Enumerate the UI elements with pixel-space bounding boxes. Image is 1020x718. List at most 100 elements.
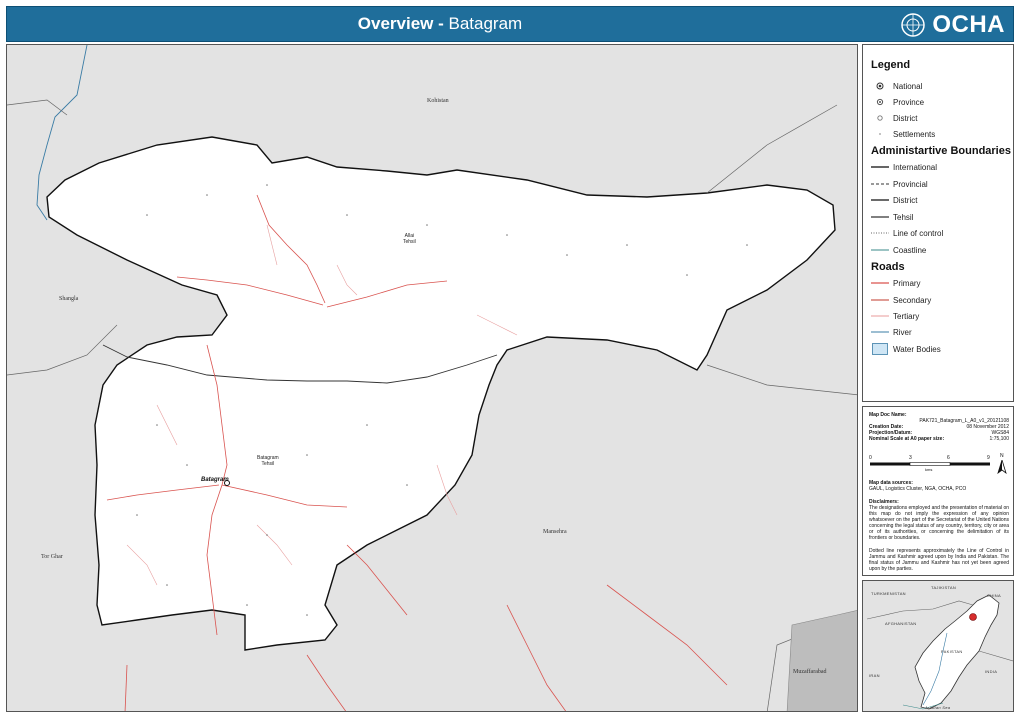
muzaffarabad-area xyxy=(786,610,857,711)
legend-secondary-road-label: Secondary xyxy=(893,295,932,305)
secondary-road-icon xyxy=(871,294,889,306)
settlement-point xyxy=(266,184,268,186)
label-mansehra: Mansehra xyxy=(543,529,567,535)
legend-settlements: Settlements xyxy=(871,128,935,140)
legend-line-of-control: Line of control xyxy=(871,227,943,239)
label-tor-ghar: Tor Ghar xyxy=(41,554,63,560)
settlement-point xyxy=(246,604,248,606)
scale-tick-6: 6 xyxy=(947,455,950,461)
coastline-icon xyxy=(871,244,889,256)
legend-panel: Legend National Province District Settle… xyxy=(862,44,1014,402)
inset-india-border xyxy=(978,650,1013,662)
settlement-point xyxy=(306,614,308,616)
label-kohistan: Kohistan xyxy=(427,98,449,104)
settlement-point xyxy=(206,194,208,196)
district-capital-icon xyxy=(871,112,889,124)
settlement-icon xyxy=(871,128,889,140)
settlement-point xyxy=(366,424,368,426)
district-boundary-icon xyxy=(871,194,889,206)
line-of-control-icon xyxy=(871,227,889,239)
legend-river: River xyxy=(871,326,912,338)
legend-settlements-label: Settlements xyxy=(893,129,936,139)
legend-water-bodies: Water Bodies xyxy=(871,343,941,355)
scale-bar-graphic xyxy=(870,462,990,466)
inset-label-arabian-sea: Arabian Sea xyxy=(925,705,951,710)
scale-value: 1:75,100 xyxy=(989,436,1009,442)
settlement-point xyxy=(566,254,568,256)
boundary-west xyxy=(7,324,118,376)
disclaimer-text: The designations employed and the presen… xyxy=(869,505,1009,541)
inset-label-tajikistan: TAJIKISTAN xyxy=(931,585,957,590)
legend-secondary-road: Secondary xyxy=(871,294,931,306)
legend-district-capital-label: District xyxy=(893,113,918,123)
road-bottom-far xyxy=(606,584,728,686)
water-bodies-icon xyxy=(871,343,889,355)
scale-bar: 0 3 6 9 kms N xyxy=(869,453,1009,477)
label-allai-suffix: Tehsil xyxy=(403,239,416,245)
label-shangla: Shangla xyxy=(59,296,79,302)
legend-tehsil: Tehsil xyxy=(871,211,913,223)
settlement-point xyxy=(426,224,428,226)
road-bottom-mid xyxy=(306,654,347,711)
legend-tertiary-road-label: Tertiary xyxy=(893,311,920,321)
boundary-northeast xyxy=(706,104,838,194)
settlement-point xyxy=(406,484,408,486)
label-batagram-suffix: Tehsil xyxy=(261,461,275,467)
tertiary-road-icon xyxy=(871,310,889,322)
legend-river-label: River xyxy=(893,327,912,337)
scale-row: Nominal Scale at A0 paper size: 1:75,100 xyxy=(869,436,1009,442)
legend-international: International xyxy=(871,161,937,173)
river-icon xyxy=(871,326,889,338)
inset-label-afghanistan: AFGHANISTAN xyxy=(885,621,917,626)
settlement-point xyxy=(306,454,308,456)
line-of-control-note: Dotted line represents approximately the… xyxy=(869,548,1009,572)
tehsil-boundary-icon xyxy=(871,211,889,223)
legend-national-label: National xyxy=(893,81,923,91)
settlement-point xyxy=(156,424,158,426)
legend-roads-title: Roads xyxy=(871,261,905,273)
legend-provincial: Provincial xyxy=(871,178,928,190)
settlement-point xyxy=(136,514,138,516)
primary-road-icon xyxy=(871,277,889,289)
scale-tick-9: 9 xyxy=(987,455,990,461)
legend-province: Province xyxy=(871,96,924,108)
legend-line-of-control-label: Line of control xyxy=(893,228,944,238)
legend-tehsil-label: Tehsil xyxy=(893,212,914,222)
inset-label-pakistan: PAKISTAN xyxy=(941,649,963,654)
title-bar: Overview - Batagram OCHA xyxy=(6,6,1014,42)
national-capital-icon xyxy=(871,80,889,92)
ocha-logo: OCHA xyxy=(900,11,1005,39)
locator-inset-map[interactable]: TURKMENISTAN TAJIKISTAN CHINA AFGHANISTA… xyxy=(862,580,1014,712)
map-title-bold: Overview - xyxy=(357,14,449,33)
inset-label-india: INDIA xyxy=(985,669,998,674)
legend-coastline-label: Coastline xyxy=(893,245,927,255)
legend-water-bodies-label: Water Bodies xyxy=(893,344,941,354)
settlement-point xyxy=(146,214,148,216)
disclaimer-block: Disclaimers: The designations employed a… xyxy=(869,499,1009,541)
scale-label: Nominal Scale at A0 paper size: xyxy=(869,436,945,442)
settlement-point xyxy=(346,214,348,216)
legend-national: National xyxy=(871,80,922,92)
map-title-district: Batagram xyxy=(448,14,523,33)
road-southeast xyxy=(346,544,408,616)
scale-tick-3: 3 xyxy=(909,455,912,461)
road-bottom-left xyxy=(124,664,128,711)
main-map[interactable]: Kohistan Shangla Mansehra Tor Ghar Muzaf… xyxy=(6,44,858,712)
boundary-east xyxy=(706,364,857,396)
label-batagram-city: Batagram xyxy=(201,477,229,483)
provincial-boundary-icon xyxy=(871,178,889,190)
map-doc-block: Map Doc Name: PAK721_Batagram_L_A0_v1_20… xyxy=(869,412,1009,442)
inset-label-china: CHINA xyxy=(987,593,1001,598)
boundary-northwest xyxy=(7,99,68,116)
legend-international-label: International xyxy=(893,162,938,172)
province-capital-icon xyxy=(871,96,889,108)
north-arrow-icon xyxy=(997,460,1007,474)
north-label: N xyxy=(1000,453,1004,459)
map-info-panel: Map Doc Name: PAK721_Batagram_L_A0_v1_20… xyxy=(862,406,1014,576)
inset-afghanistan-border xyxy=(866,600,974,620)
inset-label-turkmenistan: TURKMENISTAN xyxy=(871,591,906,596)
legend-district-capital: District xyxy=(871,112,917,124)
legend-coastline: Coastline xyxy=(871,244,926,256)
road-bottom-right xyxy=(506,604,567,711)
legend-primary-road: Primary xyxy=(871,277,921,289)
